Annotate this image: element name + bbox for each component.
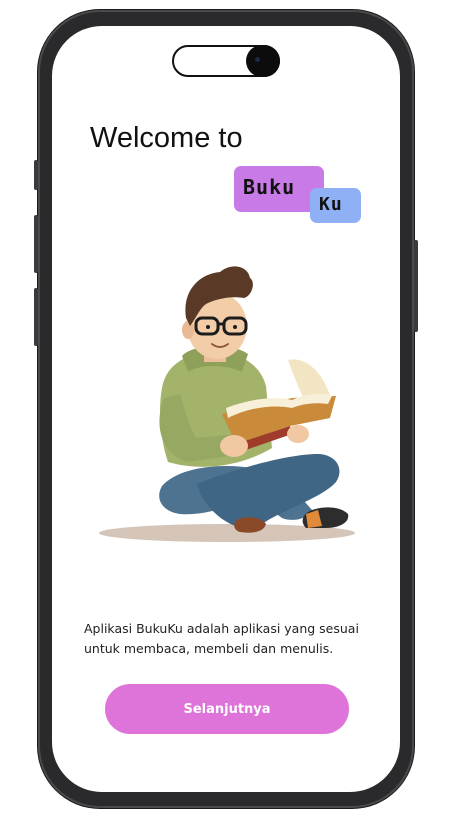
description-line-2: untuk membaca, membeli dan menulis. bbox=[84, 641, 334, 656]
logo-text-buku: Buku bbox=[243, 175, 296, 199]
next-button[interactable]: Selanjutnya bbox=[105, 684, 349, 734]
eye-left bbox=[206, 325, 210, 329]
ear bbox=[182, 321, 194, 339]
description-line-1: Aplikasi BukuKu adalah aplikasi yang ses… bbox=[84, 621, 359, 636]
dynamic-island bbox=[172, 45, 280, 77]
power-button bbox=[414, 240, 418, 332]
app-screen: Welcome to Buku Ku Aplikasi BukuKu adala… bbox=[52, 26, 400, 792]
bukuku-logo: Buku Ku bbox=[234, 166, 364, 226]
camera-icon bbox=[246, 45, 280, 77]
welcome-title: Welcome to bbox=[90, 122, 243, 154]
volume-down-button bbox=[34, 288, 38, 346]
app-description: Aplikasi BukuKu adalah aplikasi yang ses… bbox=[84, 619, 384, 659]
action-button bbox=[34, 160, 38, 190]
hand-right bbox=[287, 425, 309, 443]
eye-right bbox=[233, 325, 237, 329]
volume-up-button bbox=[34, 215, 38, 273]
phone-frame: Welcome to Buku Ku Aplikasi BukuKu adala… bbox=[34, 10, 418, 808]
person-reading-book-illustration bbox=[99, 266, 355, 542]
logo-text-ku: Ku bbox=[319, 194, 343, 215]
hand-left bbox=[220, 435, 248, 457]
